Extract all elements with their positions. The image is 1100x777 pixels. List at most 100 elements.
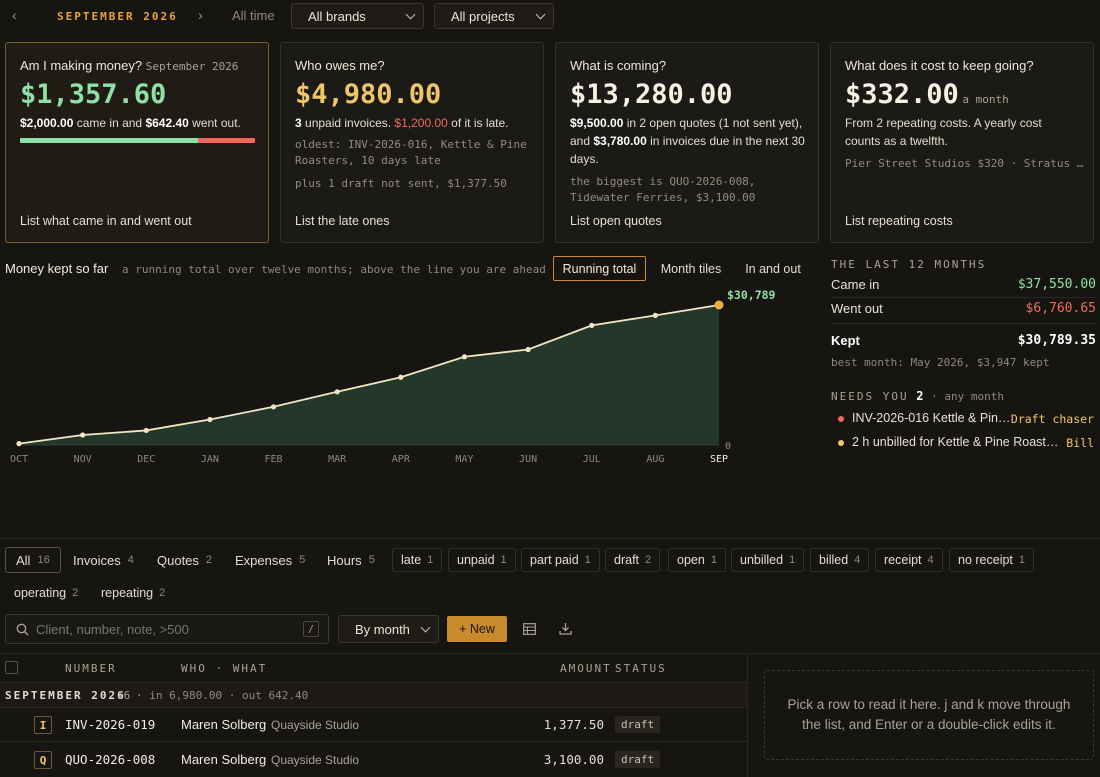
card-link[interactable]: List repeating costs: [845, 214, 953, 228]
header-status[interactable]: STATUS: [615, 662, 667, 675]
quote-kind-icon: Q: [34, 751, 52, 769]
x-tick-label: MAY: [455, 454, 473, 465]
chart-subtitle: a running total over twelve months; abov…: [122, 263, 546, 276]
status-badge: draft: [615, 716, 661, 733]
row-who: Maren Solberg: [181, 752, 267, 767]
card-who-owes[interactable]: Who owes me? $4,980.00 3 unpaid invoices…: [280, 42, 544, 243]
download-icon[interactable]: [559, 622, 572, 635]
next-month-icon[interactable]: ›: [198, 7, 203, 23]
table-row[interactable]: Q QUO-2026-008 Maren Solberg Quayside St…: [0, 743, 747, 777]
data-point: [525, 346, 531, 353]
card-link[interactable]: List what came in and went out: [20, 214, 192, 228]
data-point: [80, 432, 86, 438]
select-all-checkbox[interactable]: [5, 661, 18, 674]
data-point: [143, 427, 149, 434]
chevron-down-icon: [405, 9, 416, 19]
chip-open[interactable]: open 1: [668, 548, 726, 572]
card-question: What does it cost to keep going?: [845, 58, 1034, 73]
came-in-label: Came in: [831, 277, 880, 292]
needs-scope: · any month: [931, 390, 1004, 403]
red-dot-icon: [838, 416, 844, 422]
row-number: INV-2026-019: [65, 717, 156, 732]
tab-expenses[interactable]: Expenses 5: [225, 547, 315, 573]
slash-shortcut-hint: /: [303, 621, 319, 637]
card-description: $2,000.00 came in and $642.40 went out.: [20, 116, 241, 130]
tab-month-tiles[interactable]: Month tiles: [654, 256, 728, 281]
tab-all[interactable]: All 16: [5, 547, 61, 573]
came-in-row: Came in $37,550.00: [831, 275, 1096, 298]
chip-late[interactable]: late 1: [392, 548, 443, 572]
row-who: Maren Solberg: [181, 717, 267, 732]
card-making-money[interactable]: Am I making money? September 2026 $1,357…: [5, 42, 269, 243]
tab-hours[interactable]: Hours 5: [317, 547, 385, 573]
month-label: SEPTEMBER 2026: [57, 10, 178, 23]
group-count: 16: [117, 689, 131, 702]
search-field[interactable]: /: [5, 614, 329, 644]
chip-operating[interactable]: operating 2: [5, 581, 87, 605]
came-in-value: $37,550.00: [1017, 277, 1096, 292]
search-input[interactable]: [36, 620, 291, 638]
summary-caption: THE LAST 12 MONTHS: [831, 258, 987, 271]
running-total-area: [19, 305, 719, 445]
card-link[interactable]: List the late ones: [295, 214, 390, 228]
data-point: [398, 374, 404, 380]
tab-quotes[interactable]: Quotes 2: [147, 547, 222, 573]
chip-repeating[interactable]: repeating 2: [92, 581, 174, 605]
chip-billed[interactable]: billed 4: [810, 548, 870, 572]
card-note: plus 1 draft not sent, $1,377.50: [295, 177, 507, 190]
chip-part-paid[interactable]: part paid 1: [521, 548, 600, 572]
detail-placeholder: Pick a row to read it here. j and k move…: [764, 670, 1094, 760]
tab-invoices[interactable]: Invoices 4: [63, 547, 144, 573]
table-row[interactable]: I INV-2026-019 Maren Solberg Quayside St…: [0, 708, 747, 742]
invoice-kind-icon: I: [34, 716, 52, 734]
header-amount[interactable]: AMOUNT: [560, 662, 612, 675]
brand-select[interactable]: All brands: [291, 3, 424, 29]
data-point: [652, 312, 658, 319]
amber-dot-icon: [838, 440, 844, 446]
needs-item[interactable]: 2 h unbilled for Kettle & Pine Roast… Bi…: [838, 435, 1094, 455]
card-question: Am I making money?: [20, 58, 143, 73]
group-by-select[interactable]: By month: [338, 615, 439, 643]
new-button[interactable]: + New: [447, 616, 507, 642]
data-point: [270, 404, 277, 410]
detail-divider: [747, 653, 748, 777]
x-tick-label: AUG: [646, 454, 664, 465]
card-description: $9,500.00 in 2 open quotes (1 not sent y…: [570, 116, 805, 166]
x-tick-label: DEC: [137, 454, 155, 465]
end-value-label: $30,789: [727, 288, 776, 302]
tab-running-total[interactable]: Running total: [553, 256, 646, 281]
card-value: $332.00: [845, 79, 959, 110]
header-number[interactable]: NUMBER: [65, 662, 117, 675]
in-out-bar-in: [20, 138, 198, 143]
x-tick-label: MAR: [328, 454, 347, 465]
card-note: oldest: INV-2026-016, Kettle & Pine Roas…: [295, 138, 527, 167]
in-out-bar: [20, 138, 255, 143]
card-link[interactable]: List open quotes: [570, 214, 662, 228]
project-select-value: All projects: [451, 8, 515, 24]
needs-item[interactable]: INV-2026-016 Kettle & Pin… Draft chaser: [838, 411, 1094, 431]
chip-no-receipt[interactable]: no receipt 1: [949, 548, 1035, 572]
group-by-value: By month: [355, 621, 410, 637]
group-title: SEPTEMBER 2026: [5, 689, 126, 702]
previous-month-icon[interactable]: ‹: [12, 7, 17, 23]
chip-unpaid[interactable]: unpaid 1: [448, 548, 516, 572]
tab-in-and-out[interactable]: In and out: [738, 256, 808, 281]
table-view-icon[interactable]: [523, 623, 536, 635]
chip-unbilled[interactable]: unbilled 1: [731, 548, 805, 572]
row-amount: 3,100.00: [543, 752, 604, 767]
card-cost-keep-going[interactable]: What does it cost to keep going? $332.00…: [830, 42, 1094, 243]
all-time-button[interactable]: All time: [232, 8, 275, 23]
chip-draft[interactable]: draft 2: [605, 548, 661, 572]
header-who-what[interactable]: WHO · WHAT: [181, 662, 267, 675]
draft-chaser-action[interactable]: Draft chaser: [1011, 412, 1094, 426]
group-header-row[interactable]: SEPTEMBER 2026 16 · in 6,980.00 · out 64…: [0, 682, 747, 708]
card-question-sub: September 2026: [145, 60, 239, 73]
card-description: 3 unpaid invoices. $1,200.00 of it is la…: [295, 116, 509, 130]
bill-action[interactable]: Bill: [1066, 436, 1094, 450]
search-icon: [16, 623, 29, 636]
chip-receipt[interactable]: receipt 4: [875, 548, 943, 572]
project-select[interactable]: All projects: [434, 3, 554, 29]
needs-item-text: 2 h unbilled for Kettle & Pine Roast…: [852, 435, 1059, 449]
card-what-coming[interactable]: What is coming? $13,280.00 $9,500.00 in …: [555, 42, 819, 243]
went-out-label: Went out: [831, 301, 883, 316]
